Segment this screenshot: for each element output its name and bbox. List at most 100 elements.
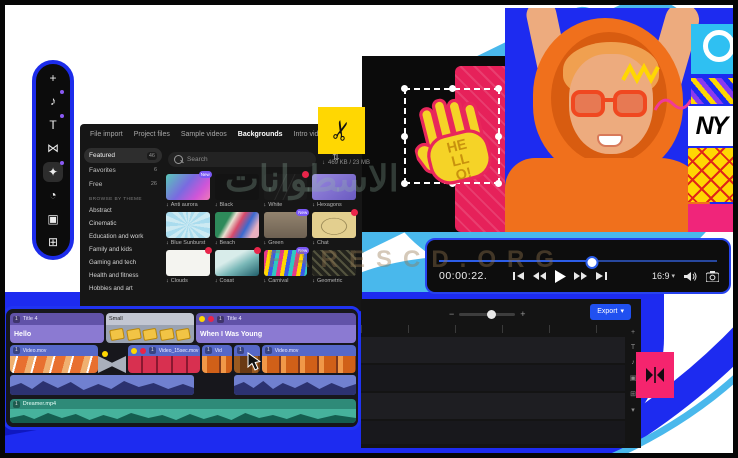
sidebar-item-health[interactable]: Health and fitness	[84, 269, 162, 282]
timeline-extension-panel: − + Export ▾ + T ♪ ▣ ⊞ ▾	[361, 299, 641, 448]
x-pattern-band	[688, 148, 734, 202]
clip-chip: 1	[13, 347, 20, 354]
text-button[interactable]: T	[43, 115, 63, 135]
watermark-latin: FARESCD.ORG	[268, 246, 565, 274]
apps-button[interactable]: ⊞	[43, 232, 63, 252]
audio-clip-dreamer[interactable]: 1Dreamer.mp4	[10, 399, 356, 423]
video-clip-5[interactable]: 1Video.mov	[262, 345, 356, 373]
download-icon: ↓	[215, 240, 218, 246]
audio-waveform-segment[interactable]	[234, 375, 356, 395]
split-tool-button[interactable]	[636, 352, 674, 398]
selection-handle-bl[interactable]	[401, 180, 408, 187]
export-button[interactable]: Export ▾	[590, 304, 631, 320]
sticker-clip-small[interactable]: Small	[106, 313, 194, 343]
stripe-band	[691, 78, 734, 104]
add-media-button[interactable]: +	[43, 68, 63, 88]
zoom-slider-knob[interactable]	[487, 310, 496, 319]
empty-track[interactable]	[361, 393, 625, 419]
audio-track-icon[interactable]: ♪	[631, 359, 635, 366]
snapshot-camera-icon[interactable]	[706, 271, 719, 282]
background-item[interactable]: New ↓Green	[264, 212, 308, 247]
tab-backgrounds[interactable]: Backgrounds	[238, 131, 283, 138]
sparkle-icon: ✦	[48, 166, 58, 178]
selection-handle-ml[interactable]	[401, 133, 408, 140]
sidebar-section-label: Browse by theme	[89, 197, 162, 202]
zoom-out-icon[interactable]: −	[449, 309, 454, 319]
featured-label: Featured	[89, 152, 115, 159]
skip-end-button[interactable]	[596, 271, 607, 281]
apps-grid-icon: ⊞	[48, 236, 58, 248]
sidebar-item-featured[interactable]: Featured 46	[84, 148, 162, 163]
sidebar-item-gaming[interactable]: Gaming and tech	[84, 256, 162, 269]
title-clip-when-i-was-young[interactable]: 1Title 4 When I Was Young	[196, 313, 356, 343]
video-clip-3[interactable]: 1Vid	[202, 345, 232, 373]
empty-track[interactable]	[361, 421, 625, 444]
tab-file-import[interactable]: File import	[90, 131, 123, 138]
free-count: 26	[151, 181, 157, 187]
sidebar-item-favorites[interactable]: Favorites 6	[84, 163, 162, 177]
download-icon: ↓	[166, 202, 169, 208]
transition-clip[interactable]	[98, 356, 126, 373]
emoji-badge-yellow	[199, 316, 205, 322]
selection-handle-tm[interactable]	[449, 85, 456, 92]
tab-project-files[interactable]: Project files	[134, 131, 170, 138]
timeline-ruler[interactable]	[361, 325, 625, 333]
timer-button[interactable]: ◔	[43, 185, 63, 205]
sunglasses-right-lens	[613, 90, 647, 117]
empty-track[interactable]	[361, 337, 625, 363]
tab-sample-videos[interactable]: Sample videos	[181, 131, 227, 138]
new-badge: New	[296, 209, 309, 216]
download-icon: ↓	[215, 278, 218, 284]
background-item[interactable]: ↓Clouds	[166, 250, 210, 285]
aspect-ratio-dropdown[interactable]: 16:9 ▾	[652, 271, 675, 281]
favorites-count: 6	[154, 167, 157, 173]
sidebar-item-abstract[interactable]: Abstract	[84, 204, 162, 217]
empty-track[interactable]	[361, 365, 625, 391]
background-item[interactable]: ↓Blue Sunburst	[166, 212, 210, 247]
background-item[interactable]: ↓Chat	[312, 212, 356, 247]
volume-icon[interactable]	[684, 271, 697, 282]
clip-name: Video_15sec.mov	[159, 348, 199, 354]
notification-dot	[60, 161, 64, 165]
effects-button[interactable]: ✦	[43, 162, 63, 182]
background-item[interactable]: ↓Beach	[215, 212, 259, 247]
background-item[interactable]: New ↓Anti aurora	[166, 174, 210, 209]
clip-chip: 1	[237, 347, 244, 354]
transition-badge	[102, 351, 108, 357]
text-icon: T	[49, 119, 56, 131]
sticker-button[interactable]: ▣	[43, 209, 63, 229]
video-clip-2[interactable]: 1Video_15sec.mov	[128, 345, 200, 373]
scroll-down-icon[interactable]: ▾	[631, 406, 635, 414]
sidebar-item-cinematic[interactable]: Cinematic	[84, 217, 162, 230]
clip-name: Video.mov	[275, 348, 299, 354]
add-track-icon[interactable]: +	[631, 329, 635, 336]
sunglasses-left-lens	[571, 90, 605, 117]
download-icon: ↓	[264, 278, 267, 284]
selection-handle-tr[interactable]	[495, 85, 502, 92]
clock-icon: ◔	[49, 189, 56, 201]
sidebar-item-hobbies[interactable]: Hobbies and art	[84, 282, 162, 295]
scissors-icon: ✂	[324, 116, 360, 145]
sidebar-item-education[interactable]: Education and work	[84, 230, 162, 243]
clip-name: Video.mov	[23, 348, 47, 354]
zoom-slider[interactable]	[459, 313, 515, 316]
pink-scribble	[653, 92, 693, 116]
white-ring	[703, 30, 734, 62]
audio-button[interactable]: ♪	[43, 91, 63, 111]
video-clip-1[interactable]: 1Video.mov	[10, 345, 98, 373]
zoom-in-icon[interactable]: +	[520, 309, 525, 319]
sidebar-item-family[interactable]: Family and kids	[84, 243, 162, 256]
audio-waveform-segment[interactable]	[10, 375, 194, 395]
background-item[interactable]: ↓Coast	[215, 250, 259, 285]
item-label: Green	[268, 240, 283, 246]
sidebar-item-free[interactable]: Free 26	[84, 177, 162, 191]
transitions-button[interactable]: ⋈	[43, 138, 63, 158]
clip-chip: 1	[217, 316, 224, 323]
title-clip-hello[interactable]: 1Title 4 Hello	[10, 313, 104, 343]
featured-count: 46	[147, 152, 157, 160]
fast-forward-button[interactable]	[574, 271, 588, 281]
smile	[597, 134, 623, 147]
text-track-icon[interactable]: T	[631, 344, 635, 351]
selection-handle-tl[interactable]	[401, 85, 408, 92]
item-label: Anti aurora	[171, 202, 198, 208]
